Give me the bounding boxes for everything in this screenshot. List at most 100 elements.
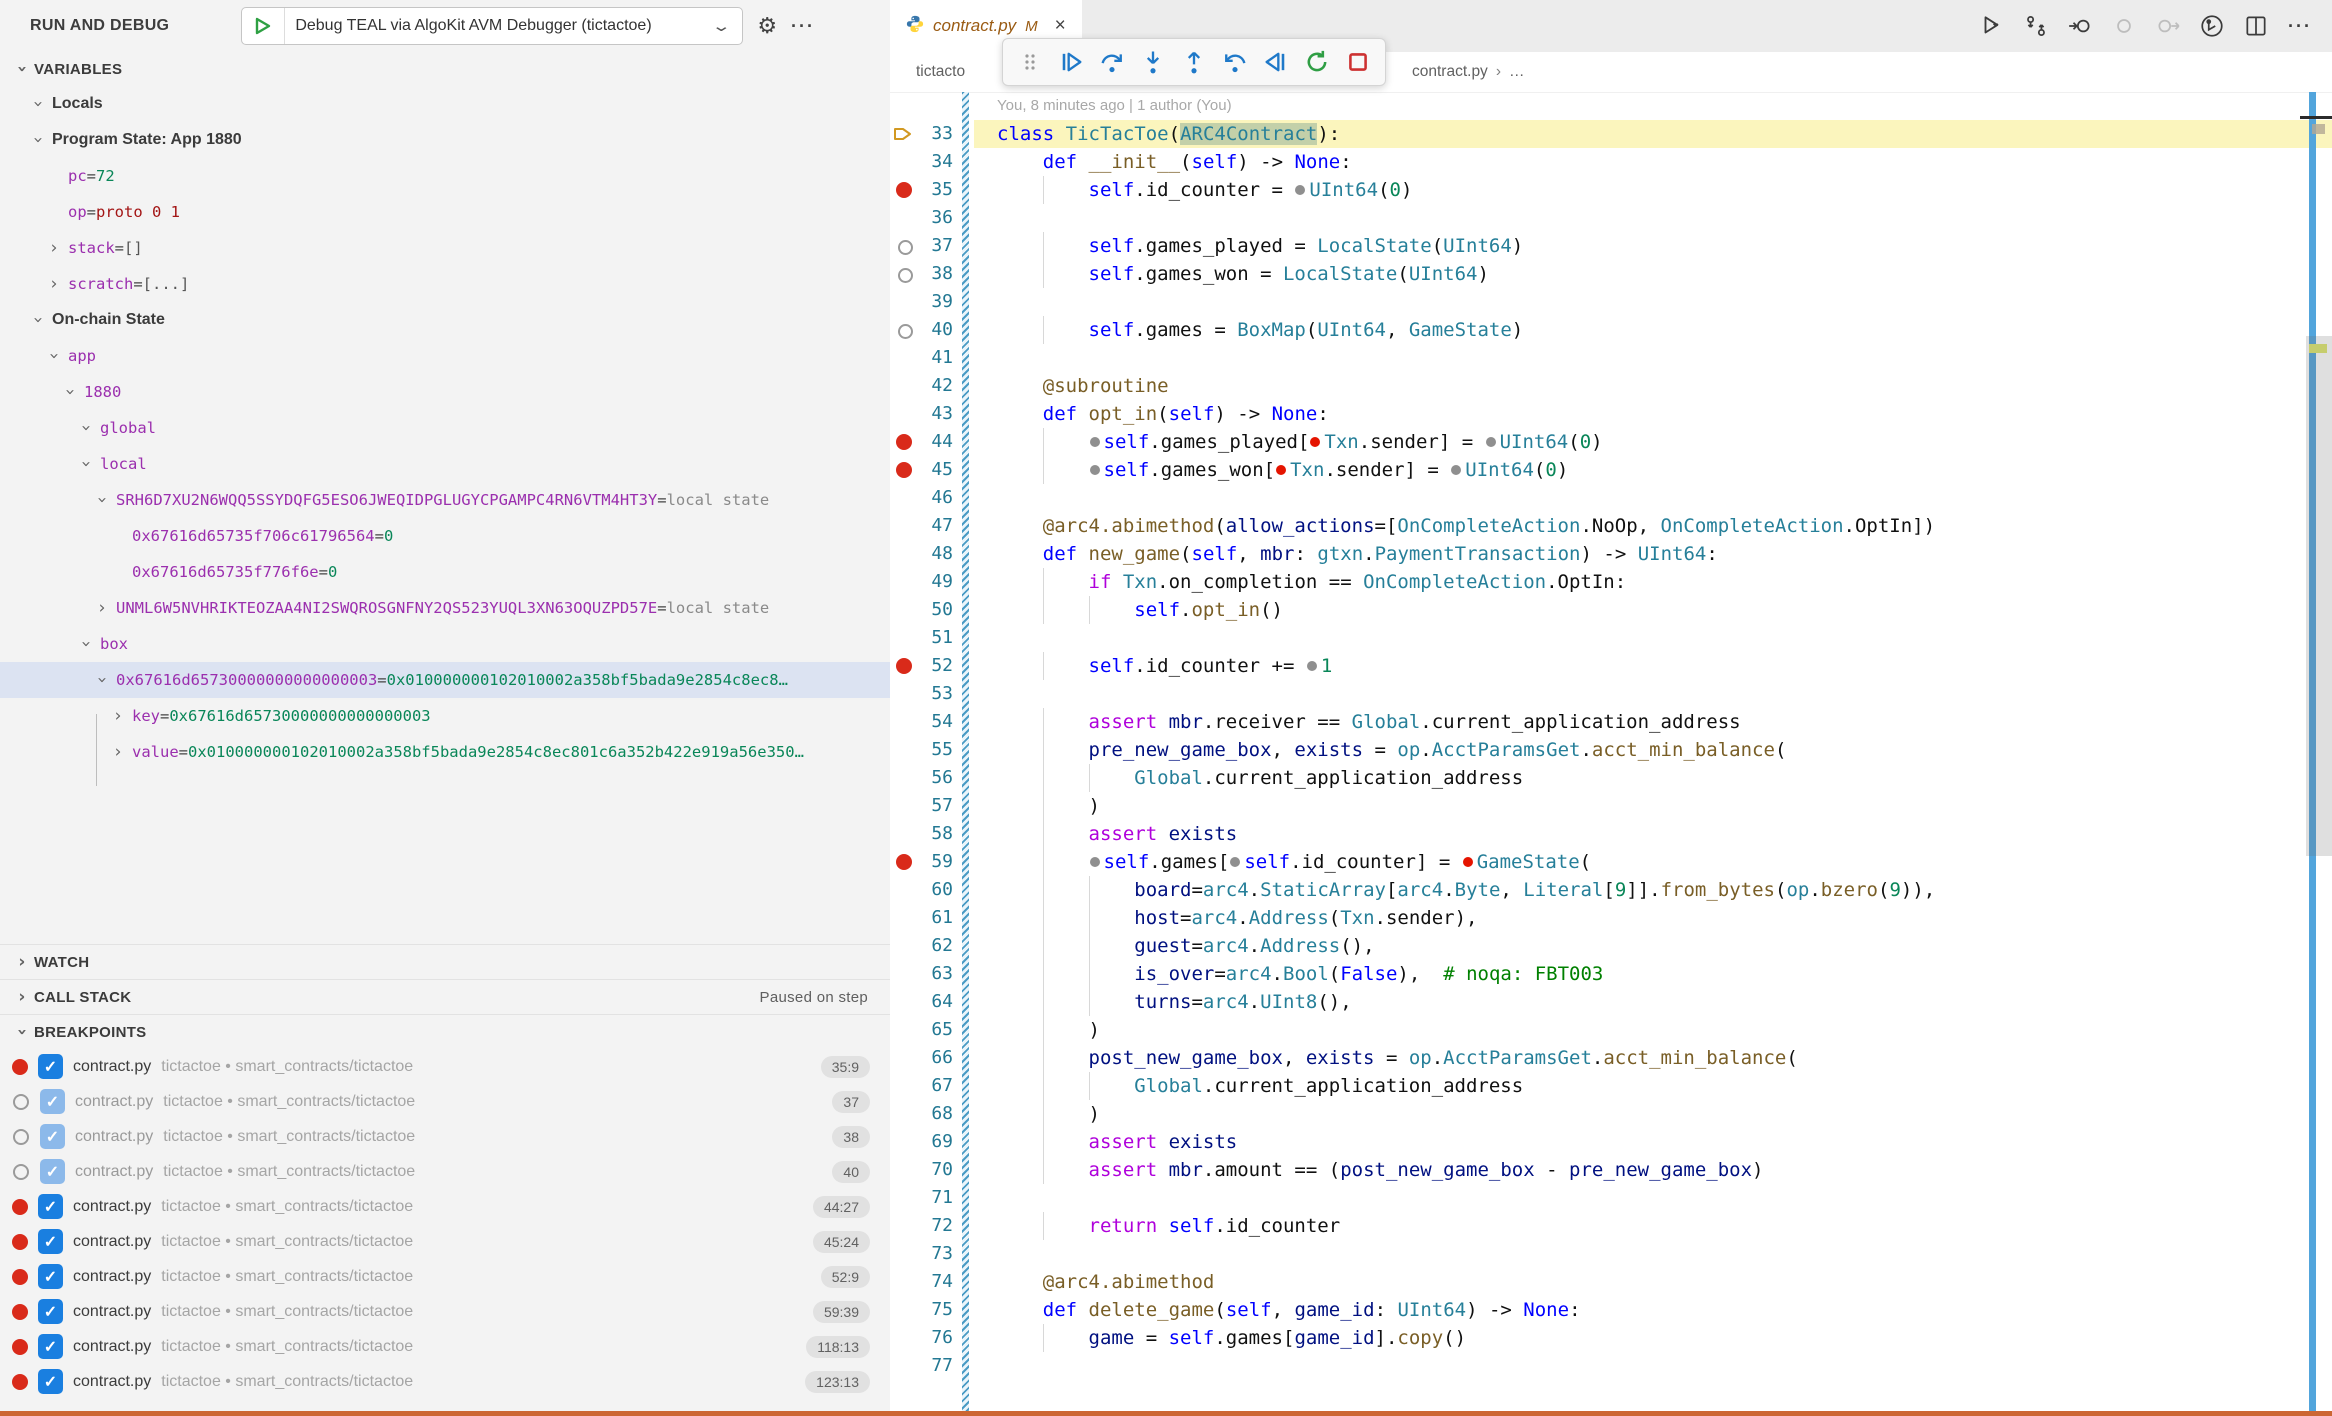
- tree-chevron-icon[interactable]: ›: [46, 276, 62, 292]
- code-line[interactable]: 52 self.id_counter += 1: [890, 652, 2332, 680]
- inline-breakpoint-candidate-icon[interactable]: [1486, 437, 1496, 447]
- breakpoint-checkbox[interactable]: ✓: [40, 1124, 65, 1149]
- code-line[interactable]: 75 def delete_game(self, game_id: UInt64…: [890, 1296, 2332, 1324]
- breakpoint-checkbox[interactable]: ✓: [38, 1229, 63, 1254]
- continue-icon[interactable]: [1053, 44, 1089, 80]
- code-line[interactable]: 46: [890, 484, 2332, 512]
- code-line[interactable]: 69 assert exists: [890, 1128, 2332, 1156]
- code-area[interactable]: You, 8 minutes ago | 1 author (You) 33cl…: [890, 92, 2332, 1416]
- breakpoints-section-header[interactable]: › BREAKPOINTS: [0, 1014, 890, 1049]
- breakpoint-icon[interactable]: [12, 1234, 28, 1250]
- variables-row[interactable]: ›op = proto 0 1: [0, 194, 890, 230]
- code-line[interactable]: 57 ): [890, 792, 2332, 820]
- tree-chevron-icon[interactable]: ›: [46, 348, 62, 364]
- variables-row[interactable]: ›On-chain State: [0, 302, 890, 338]
- breakpoint-row[interactable]: ✓contract.pytictactoe • smart_contracts/…: [0, 1049, 890, 1084]
- breakpoint-row[interactable]: ✓contract.pytictactoe • smart_contracts/…: [0, 1259, 890, 1294]
- variables-row[interactable]: ›Locals: [0, 86, 890, 122]
- code-line[interactable]: 63 is_over=arc4.Bool(False), # noqa: FBT…: [890, 960, 2332, 988]
- variables-row[interactable]: ›0x67616d65735f706c61796564 = 0: [0, 518, 890, 554]
- tree-chevron-icon[interactable]: ›: [78, 456, 94, 472]
- step-out-icon[interactable]: [1176, 44, 1212, 80]
- inline-breakpoint-candidate-icon[interactable]: [1451, 465, 1461, 475]
- breakpoint-row[interactable]: ✓contract.pytictactoe • smart_contracts/…: [0, 1189, 890, 1224]
- breakpoint-icon[interactable]: [12, 1199, 28, 1215]
- inline-breakpoint-candidate-icon[interactable]: [1230, 857, 1240, 867]
- tree-chevron-icon[interactable]: ›: [94, 600, 110, 616]
- code-line[interactable]: 54 assert mbr.receiver == Global.current…: [890, 708, 2332, 736]
- step-into-icon[interactable]: [1135, 44, 1171, 80]
- step-over-icon[interactable]: [1094, 44, 1130, 80]
- code-line[interactable]: 48 def new_game(self, mbr: gtxn.PaymentT…: [890, 540, 2332, 568]
- variables-row[interactable]: ›1880: [0, 374, 890, 410]
- code-line[interactable]: 74 @arc4.abimethod: [890, 1268, 2332, 1296]
- breakpoint-checkbox[interactable]: ✓: [38, 1194, 63, 1219]
- variables-row[interactable]: ›Program State: App 1880: [0, 122, 890, 158]
- breakpoint-icon[interactable]: [12, 1304, 28, 1320]
- code-line[interactable]: 53: [890, 680, 2332, 708]
- code-line[interactable]: 65 ): [890, 1016, 2332, 1044]
- code-line[interactable]: 43 def opt_in(self) -> None:: [890, 400, 2332, 428]
- breakpoint-icon[interactable]: [12, 1339, 28, 1355]
- more-actions-icon[interactable]: ···: [791, 16, 815, 37]
- code-line[interactable]: 35 self.id_counter = UInt64(0): [890, 176, 2332, 204]
- code-line[interactable]: 44 self.games_played[Txn.sender] = UInt6…: [890, 428, 2332, 456]
- tree-chevron-icon[interactable]: ›: [110, 744, 126, 760]
- variables-row[interactable]: ›local: [0, 446, 890, 482]
- code-line[interactable]: 50 self.opt_in(): [890, 596, 2332, 624]
- breakpoint-checkbox[interactable]: ✓: [38, 1334, 63, 1359]
- breakpoint-row[interactable]: ✓contract.pytictactoe • smart_contracts/…: [0, 1119, 890, 1154]
- breakpoint-row[interactable]: ✓contract.pytictactoe • smart_contracts/…: [0, 1364, 890, 1399]
- breakpoint-checkbox[interactable]: ✓: [40, 1159, 65, 1184]
- breakpoint-disabled-icon[interactable]: [13, 1094, 29, 1110]
- open-changes-icon[interactable]: [2018, 8, 2054, 44]
- tree-chevron-icon[interactable]: ›: [78, 420, 94, 436]
- variables-row[interactable]: ›0x67616d65730000000000000003 = 0x010000…: [0, 662, 890, 698]
- variables-row[interactable]: ›key = 0x67616d65730000000000000003: [0, 698, 890, 734]
- code-line[interactable]: 40 self.games = BoxMap(UInt64, GameState…: [890, 316, 2332, 344]
- inline-breakpoint-candidate-icon[interactable]: [1090, 437, 1100, 447]
- variables-row[interactable]: ›stack = []: [0, 230, 890, 266]
- stop-icon[interactable]: [1340, 44, 1376, 80]
- inline-breakpoint-icon[interactable]: [1310, 437, 1320, 447]
- breakpoint-row[interactable]: ✓contract.pytictactoe • smart_contracts/…: [0, 1084, 890, 1119]
- watch-section-header[interactable]: › WATCH: [0, 944, 890, 979]
- restart-icon[interactable]: [1299, 44, 1335, 80]
- breakpoint-row[interactable]: ✓contract.pytictactoe • smart_contracts/…: [0, 1154, 890, 1189]
- code-line[interactable]: 68 ): [890, 1100, 2332, 1128]
- tree-chevron-icon[interactable]: ›: [46, 240, 62, 256]
- split-editor-icon[interactable]: [2238, 8, 2274, 44]
- breakpoint-disabled-icon[interactable]: [13, 1164, 29, 1180]
- code-line[interactable]: 36: [890, 204, 2332, 232]
- tree-chevron-icon[interactable]: ›: [30, 312, 46, 328]
- code-line[interactable]: 72 return self.id_counter: [890, 1212, 2332, 1240]
- tree-chevron-icon[interactable]: ›: [78, 636, 94, 652]
- code-line[interactable]: 47 @arc4.abimethod(allow_actions=[OnComp…: [890, 512, 2332, 540]
- variables-row[interactable]: ›pc = 72: [0, 158, 890, 194]
- breakpoint-checkbox[interactable]: ✓: [38, 1299, 63, 1324]
- code-line[interactable]: 61 host=arc4.Address(Txn.sender),: [890, 904, 2332, 932]
- breakpoint-checkbox[interactable]: ✓: [40, 1089, 65, 1114]
- inline-breakpoint-candidate-icon[interactable]: [1307, 661, 1317, 671]
- breakpoint-icon[interactable]: [12, 1059, 28, 1075]
- code-line[interactable]: 76 game = self.games[game_id].copy(): [890, 1324, 2332, 1352]
- tree-chevron-icon[interactable]: ›: [62, 384, 78, 400]
- close-icon[interactable]: ×: [1055, 15, 1066, 37]
- start-debug-icon[interactable]: [242, 8, 285, 44]
- code-line[interactable]: 37 self.games_played = LocalState(UInt64…: [890, 232, 2332, 260]
- code-line[interactable]: 49 if Txn.on_completion == OnCompleteAct…: [890, 568, 2332, 596]
- debug-config-dropdown[interactable]: Debug TEAL via AlgoKit AVM Debugger (tic…: [241, 7, 743, 45]
- run-python-file-icon[interactable]: [1974, 8, 2010, 44]
- previous-change-icon[interactable]: [2062, 8, 2098, 44]
- inline-breakpoint-candidate-icon[interactable]: [1295, 185, 1305, 195]
- variables-row[interactable]: ›app: [0, 338, 890, 374]
- editor-scrollbar[interactable]: [2306, 336, 2332, 856]
- breadcrumb-symbol[interactable]: …: [1509, 63, 1525, 81]
- inline-breakpoint-icon[interactable]: [1463, 857, 1473, 867]
- reverse-continue-icon[interactable]: [1258, 44, 1294, 80]
- code-line[interactable]: 77: [890, 1352, 2332, 1380]
- variables-section-header[interactable]: › VARIABLES: [0, 52, 890, 86]
- breadcrumb-folder[interactable]: tictacto: [916, 63, 965, 81]
- code-line[interactable]: 41: [890, 344, 2332, 372]
- tree-chevron-icon[interactable]: ›: [94, 672, 110, 688]
